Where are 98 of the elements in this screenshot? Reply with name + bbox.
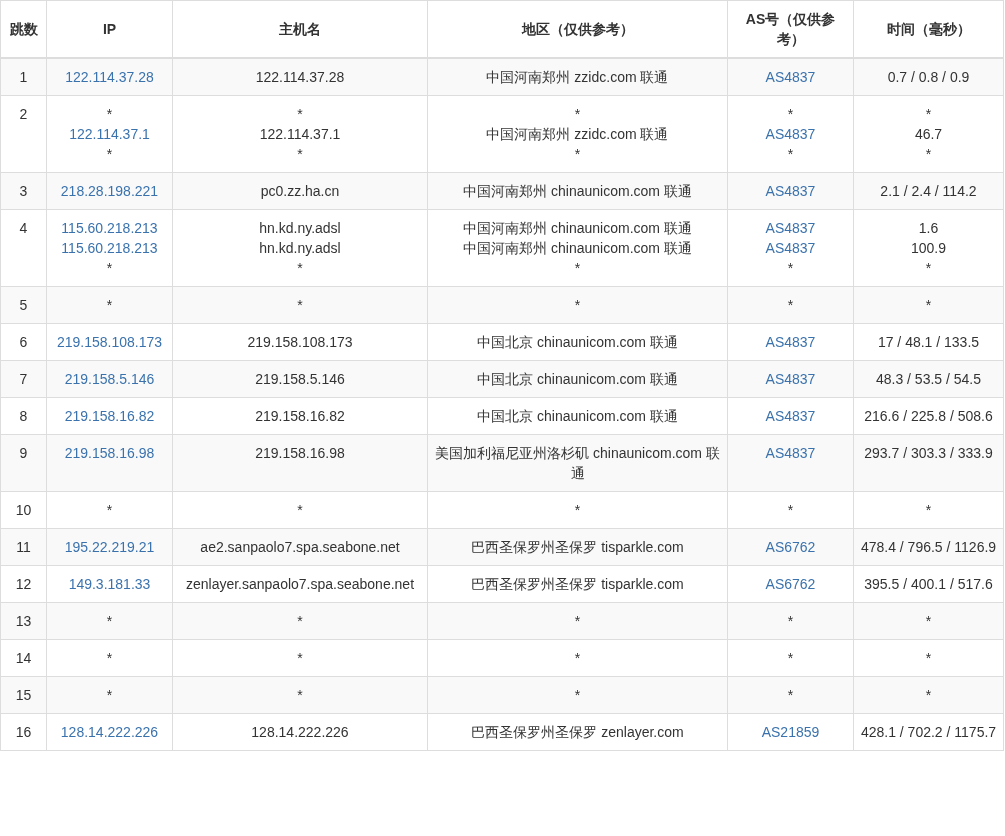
as-number-link[interactable]: AS4837 [734, 218, 847, 238]
hop-number: 1 [18, 68, 29, 87]
hop-number: 7 [18, 370, 29, 389]
region-text: 美国加利福尼亚州洛杉矶 chinaunicom.com 联通 [434, 444, 721, 483]
as-cell-text: * [786, 145, 795, 164]
hostname-text: 122.114.37.28 [254, 68, 346, 87]
hop-number: 13 [14, 612, 33, 631]
hop-number: 3 [18, 182, 29, 201]
ip-link[interactable]: 115.60.218.213 [53, 238, 166, 258]
latency-text: 46.7 [913, 125, 944, 144]
ip-cell-text: * [105, 612, 114, 631]
region-text: 中国北京 chinaunicom.com 联通 [476, 407, 679, 426]
region-text: * [573, 612, 582, 631]
hostname-text: pc0.zz.ha.cn [259, 182, 341, 201]
latency-text: * [924, 686, 933, 705]
hostname-text: * [296, 649, 304, 668]
as-cell-text: * [786, 686, 795, 705]
latency-text: 1.6 [917, 219, 940, 238]
hop-number: 12 [14, 575, 33, 594]
hop-number: 6 [18, 333, 29, 352]
ip-cell-text: * [105, 296, 114, 315]
as-cell-text: * [786, 612, 795, 631]
region-text: 中国河南郑州 chinaunicom.com 联通 [462, 219, 693, 238]
latency-text: 17 / 48.1 / 133.5 [876, 333, 981, 352]
region-text: * [573, 296, 582, 315]
region-text: 巴西圣保罗州圣保罗 tisparkle.com [470, 575, 685, 594]
latency-text: * [924, 649, 933, 668]
hostname-text: 219.158.16.82 [254, 407, 346, 426]
hostname-text: * [296, 296, 304, 315]
hostname-text: hn.kd.ny.adsl [258, 239, 342, 258]
ip-cell-text: * [105, 145, 114, 164]
hop-number: 16 [14, 723, 33, 742]
region-text: 中国河南郑州 zzidc.com 联通 [485, 68, 670, 87]
latency-text: 293.7 / 303.3 / 333.9 [863, 444, 994, 463]
hostname-text: ae2.sanpaolo7.spa.seabone.net [199, 538, 401, 557]
latency-text: * [924, 105, 933, 124]
hostname-text: 219.158.16.98 [254, 444, 346, 463]
hop-number: 14 [14, 649, 33, 668]
latency-text: 2.1 / 2.4 / 114.2 [879, 182, 978, 201]
hostname-text: * [296, 259, 304, 278]
latency-text: * [924, 259, 933, 278]
latency-text: 428.1 / 702.2 / 1175.7 [860, 723, 997, 742]
hostname-text: * [296, 145, 304, 164]
as-cell-text: * [786, 105, 795, 124]
region-text: * [573, 259, 582, 278]
hostname-text: hn.kd.ny.adsl [258, 219, 342, 238]
hop-number: 5 [18, 296, 29, 315]
region-text: * [573, 649, 582, 668]
hop-number: 15 [14, 686, 33, 705]
as-cell-text: * [786, 296, 795, 315]
as-cell-text: * [786, 501, 795, 520]
region-text: 中国河南郑州 zzidc.com 联通 [485, 125, 670, 144]
ip-cell-text: * [105, 259, 114, 278]
ip-link[interactable]: 122.114.37.1 [53, 124, 166, 144]
region-text: 中国河南郑州 chinaunicom.com 联通 [462, 182, 693, 201]
as-number-link[interactable]: AS4837 [734, 238, 847, 258]
hop-number: 10 [14, 501, 33, 520]
latency-text: 478.4 / 796.5 / 1126.9 [860, 538, 997, 557]
region-text: * [573, 501, 582, 520]
ip-cell-text: * [105, 501, 114, 520]
hostname-text: 219.158.5.146 [254, 370, 346, 389]
hostname-text: * [296, 105, 304, 124]
ip-cell-text: * [105, 649, 114, 668]
hostname-text: 219.158.108.173 [246, 333, 354, 352]
region-text: * [573, 105, 582, 124]
latency-text: * [924, 501, 933, 520]
latency-text: * [924, 145, 933, 164]
region-text: 巴西圣保罗州圣保罗 tisparkle.com [470, 538, 685, 557]
region-text: * [573, 145, 582, 164]
ip-cell-text: * [105, 105, 114, 124]
as-cell-text: * [786, 649, 795, 668]
hop-number: 2 [18, 105, 29, 124]
as-cell-text: * [786, 259, 795, 278]
latency-text: 0.7 / 0.8 / 0.9 [886, 68, 971, 87]
hop-number: 11 [15, 538, 32, 557]
as-number-link[interactable]: AS4837 [734, 124, 847, 144]
region-text: 中国北京 chinaunicom.com 联通 [476, 333, 679, 352]
latency-text: 100.9 [909, 239, 947, 258]
latency-text: 216.6 / 225.8 / 508.6 [863, 407, 994, 426]
ip-cell-text: * [105, 686, 114, 705]
ip-link[interactable]: 115.60.218.213 [53, 218, 166, 238]
region-text: * [573, 686, 582, 705]
latency-text: 48.3 / 53.5 / 54.5 [874, 370, 983, 389]
hostname-text: zenlayer.sanpaolo7.spa.seabone.net [184, 575, 416, 594]
region-text: 巴西圣保罗州圣保罗 zenlayer.com [470, 723, 685, 742]
hop-number: 9 [18, 444, 29, 463]
region-text: 中国北京 chinaunicom.com 联通 [476, 370, 679, 389]
hop-number: 8 [18, 407, 29, 426]
latency-text: 395.5 / 400.1 / 517.6 [863, 575, 994, 594]
latency-text: * [924, 612, 933, 631]
latency-text: * [924, 296, 933, 315]
hop-number: 4 [18, 219, 29, 238]
hostname-text: * [296, 686, 304, 705]
hostname-text: 128.14.222.226 [250, 723, 350, 742]
hostname-text: * [296, 612, 304, 631]
region-text: 中国河南郑州 chinaunicom.com 联通 [462, 239, 693, 258]
hostname-text: * [296, 501, 304, 520]
hostname-text: 122.114.37.1 [258, 125, 342, 144]
